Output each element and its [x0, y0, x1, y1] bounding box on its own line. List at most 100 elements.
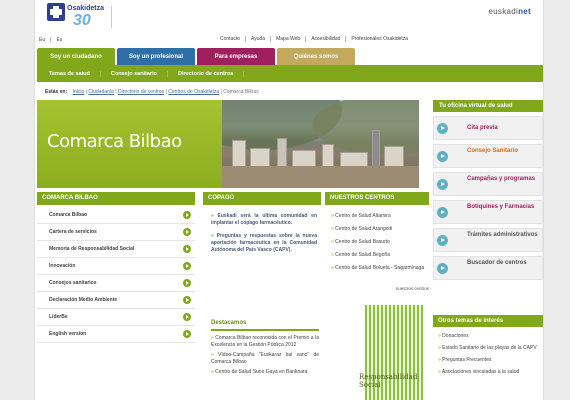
- link-profesionales[interactable]: Profesionales Osakidetza: [345, 36, 414, 42]
- cross-icon: [47, 3, 65, 21]
- ov-campanas[interactable]: Campañas y programas: [433, 172, 543, 196]
- leftnav-label: Comarca Bilbao: [49, 212, 88, 218]
- hero-title-panel: Comarca Bilbao: [37, 100, 222, 188]
- ov-label: Trámites administrativos: [467, 232, 538, 238]
- ov-label: Cita previa: [467, 125, 498, 131]
- leftnav-item[interactable]: LiderBe: [37, 309, 195, 326]
- arrow-right-icon: [437, 151, 448, 162]
- ov-botiquines[interactable]: Botiquines y Farmacias: [433, 200, 543, 224]
- tab-profesional[interactable]: Soy un profesional: [117, 48, 195, 65]
- leftnav-item[interactable]: Memoria de Responsabilidad Social: [37, 241, 195, 258]
- leftnav-label: Declaración Medio Ambiente: [49, 297, 118, 303]
- oficina-virtual-title: Tu oficina virtual de salud: [433, 100, 543, 112]
- centros-section: Centro de Salud Altamira Centro de Salud…: [331, 207, 429, 291]
- centro-link[interactable]: Centro de Salud Altamira: [331, 213, 429, 220]
- crumb-centros[interactable]: Centros de Osakidetza: [168, 89, 219, 95]
- arrow-right-icon: [183, 228, 191, 236]
- destacados-title: Destacamos: [211, 320, 319, 331]
- arrow-right-icon: [183, 245, 191, 253]
- subnav-directorio-centros[interactable]: Directorio de centros: [168, 70, 245, 77]
- arrow-right-icon: [437, 123, 448, 134]
- ov-cita-previa[interactable]: Cita previa: [433, 116, 543, 140]
- centro-link[interactable]: Centro de Salud Bolueta - Sagarmínaga: [331, 265, 429, 272]
- otros-item[interactable]: Preguntas Frecuentes: [433, 357, 543, 363]
- arrow-right-icon: [437, 207, 448, 218]
- osakidetza-logo[interactable]: Osakidetza 30: [47, 3, 107, 33]
- tab-quienes-somos[interactable]: Quiénes somos: [277, 48, 355, 65]
- ov-tramites[interactable]: Trámites administrativos: [433, 228, 543, 252]
- destacados-section: Destacamos Comarca Bilbao reconocida con…: [211, 320, 319, 376]
- breadcrumb-label: Estás en:: [45, 89, 68, 95]
- language-switch: Eu | Es: [39, 37, 67, 43]
- centro-link[interactable]: Centro de Salud Arangoiti: [331, 226, 429, 233]
- tab-ciudadano[interactable]: Soy un ciudadano: [37, 48, 115, 65]
- destacado-item[interactable]: Vídeo-Campaña "Euskaraz bai sano" de Com…: [211, 352, 319, 365]
- leftnav-label: Innovación: [49, 263, 76, 269]
- leftnav-item[interactable]: Consejos sanitarios: [37, 275, 195, 292]
- arrow-right-icon: [183, 296, 191, 304]
- centro-link[interactable]: Centro de Salud Begoña: [331, 252, 429, 259]
- leftnav-label: Cartera de servicios: [49, 229, 97, 235]
- ov-label: Botiquines y Farmacias: [467, 204, 535, 210]
- ov-label: Campañas y programas: [467, 176, 536, 182]
- banner-text: Responsabilidad Social: [359, 373, 417, 389]
- destacado-item[interactable]: Comarca Bilbao reconocida con el Premio …: [211, 335, 319, 348]
- lang-es[interactable]: Es: [56, 37, 62, 43]
- leftnav-item[interactable]: Declaración Medio Ambiente: [37, 292, 195, 309]
- bilbao-city-photo: [222, 100, 419, 188]
- link-contacto[interactable]: Contacto: [215, 36, 245, 42]
- top-links: Contacto Ayuda Mapa Web Accesibilidad Profes…: [215, 36, 414, 42]
- arrow-right-icon: [183, 313, 191, 321]
- copago-item[interactable]: Euskadi será la última comunidad en impl…: [211, 213, 317, 227]
- more-centros-link[interactable]: nuestros centros: [331, 286, 429, 291]
- otros-temas: Otros temas de interés Donaciones Estado…: [433, 315, 543, 375]
- leftnav-item[interactable]: Innovación: [37, 258, 195, 275]
- lang-eu[interactable]: Eu: [39, 37, 45, 43]
- arrow-right-icon: [183, 211, 191, 219]
- ov-label: Buscador de centros: [467, 260, 527, 266]
- net-text: net: [518, 7, 531, 16]
- arrow-right-icon: [437, 179, 448, 190]
- leftnav-label: English version: [49, 331, 87, 337]
- crumb-ciudadania[interactable]: Ciudadanía: [88, 89, 114, 95]
- link-ayuda[interactable]: Ayuda: [245, 36, 271, 42]
- centros-title: NUESTROS CENTROS: [325, 192, 429, 205]
- arrow-right-icon: [437, 263, 448, 274]
- lang-separator: |: [50, 37, 52, 43]
- hero-banner: Comarca Bilbao: [37, 100, 419, 188]
- ov-label: Consejo Sanitario: [467, 148, 519, 154]
- arrow-right-icon: [437, 235, 448, 246]
- page: Osakidetza 30 euskadinet Eu | Es Contacto A…: [34, 0, 544, 400]
- tab-empresas[interactable]: Para empresas: [197, 48, 275, 65]
- otros-title: Otros temas de interés: [433, 315, 543, 327]
- hero-title: Comarca Bilbao: [47, 131, 182, 152]
- ov-buscador[interactable]: Buscador de centros: [433, 256, 543, 280]
- leftnav-label: LiderBe: [49, 314, 68, 320]
- euskadi-net-logo[interactable]: euskadinet: [488, 7, 531, 16]
- banner-line2: Social: [359, 381, 381, 389]
- leftnav-label: Consejos sanitarios: [49, 280, 97, 286]
- logo-number: 30: [73, 12, 91, 29]
- subnav-temas-de-salud[interactable]: Temas de salud: [37, 70, 101, 77]
- copago-section: Euskadi será la última comunidad en impl…: [211, 207, 317, 254]
- copago-item[interactable]: Preguntas y respuestas sobre la nueva ap…: [211, 233, 317, 254]
- banner-line1: Responsabilidad: [359, 373, 418, 381]
- crumb-inicio[interactable]: Inicio: [73, 89, 85, 95]
- main-tabs: Soy un ciudadano Soy un profesional Para…: [37, 48, 357, 65]
- subnav-consejo-sanitario[interactable]: Consejo sanitario: [101, 70, 169, 77]
- destacado-item[interactable]: Centro de Salud Suno Gaya en Bankoara: [211, 369, 319, 376]
- link-accesibilidad[interactable]: Accesibilidad: [305, 36, 346, 42]
- leftnav-item[interactable]: English version: [37, 326, 195, 343]
- leftnav-item[interactable]: Comarca Bilbao: [37, 207, 195, 224]
- otros-item[interactable]: Estado Sanitario de las playas de la CAP…: [433, 345, 543, 351]
- leftnav-item[interactable]: Cartera de servicios: [37, 224, 195, 241]
- otros-item[interactable]: Donaciones: [433, 333, 543, 339]
- crumb-directorio[interactable]: Directorio de centros: [118, 89, 164, 95]
- responsabilidad-social-banner[interactable]: Responsabilidad Social: [325, 305, 423, 400]
- centro-link[interactable]: Centro de Salud Basurto: [331, 239, 429, 246]
- arrow-right-icon: [183, 262, 191, 270]
- ov-consejo-sanitario[interactable]: Consejo Sanitario: [433, 144, 543, 168]
- otros-item[interactable]: Asociaciones vinculadas a la salud: [433, 369, 543, 375]
- divider: [111, 6, 112, 28]
- link-mapa-web[interactable]: Mapa Web: [270, 36, 306, 42]
